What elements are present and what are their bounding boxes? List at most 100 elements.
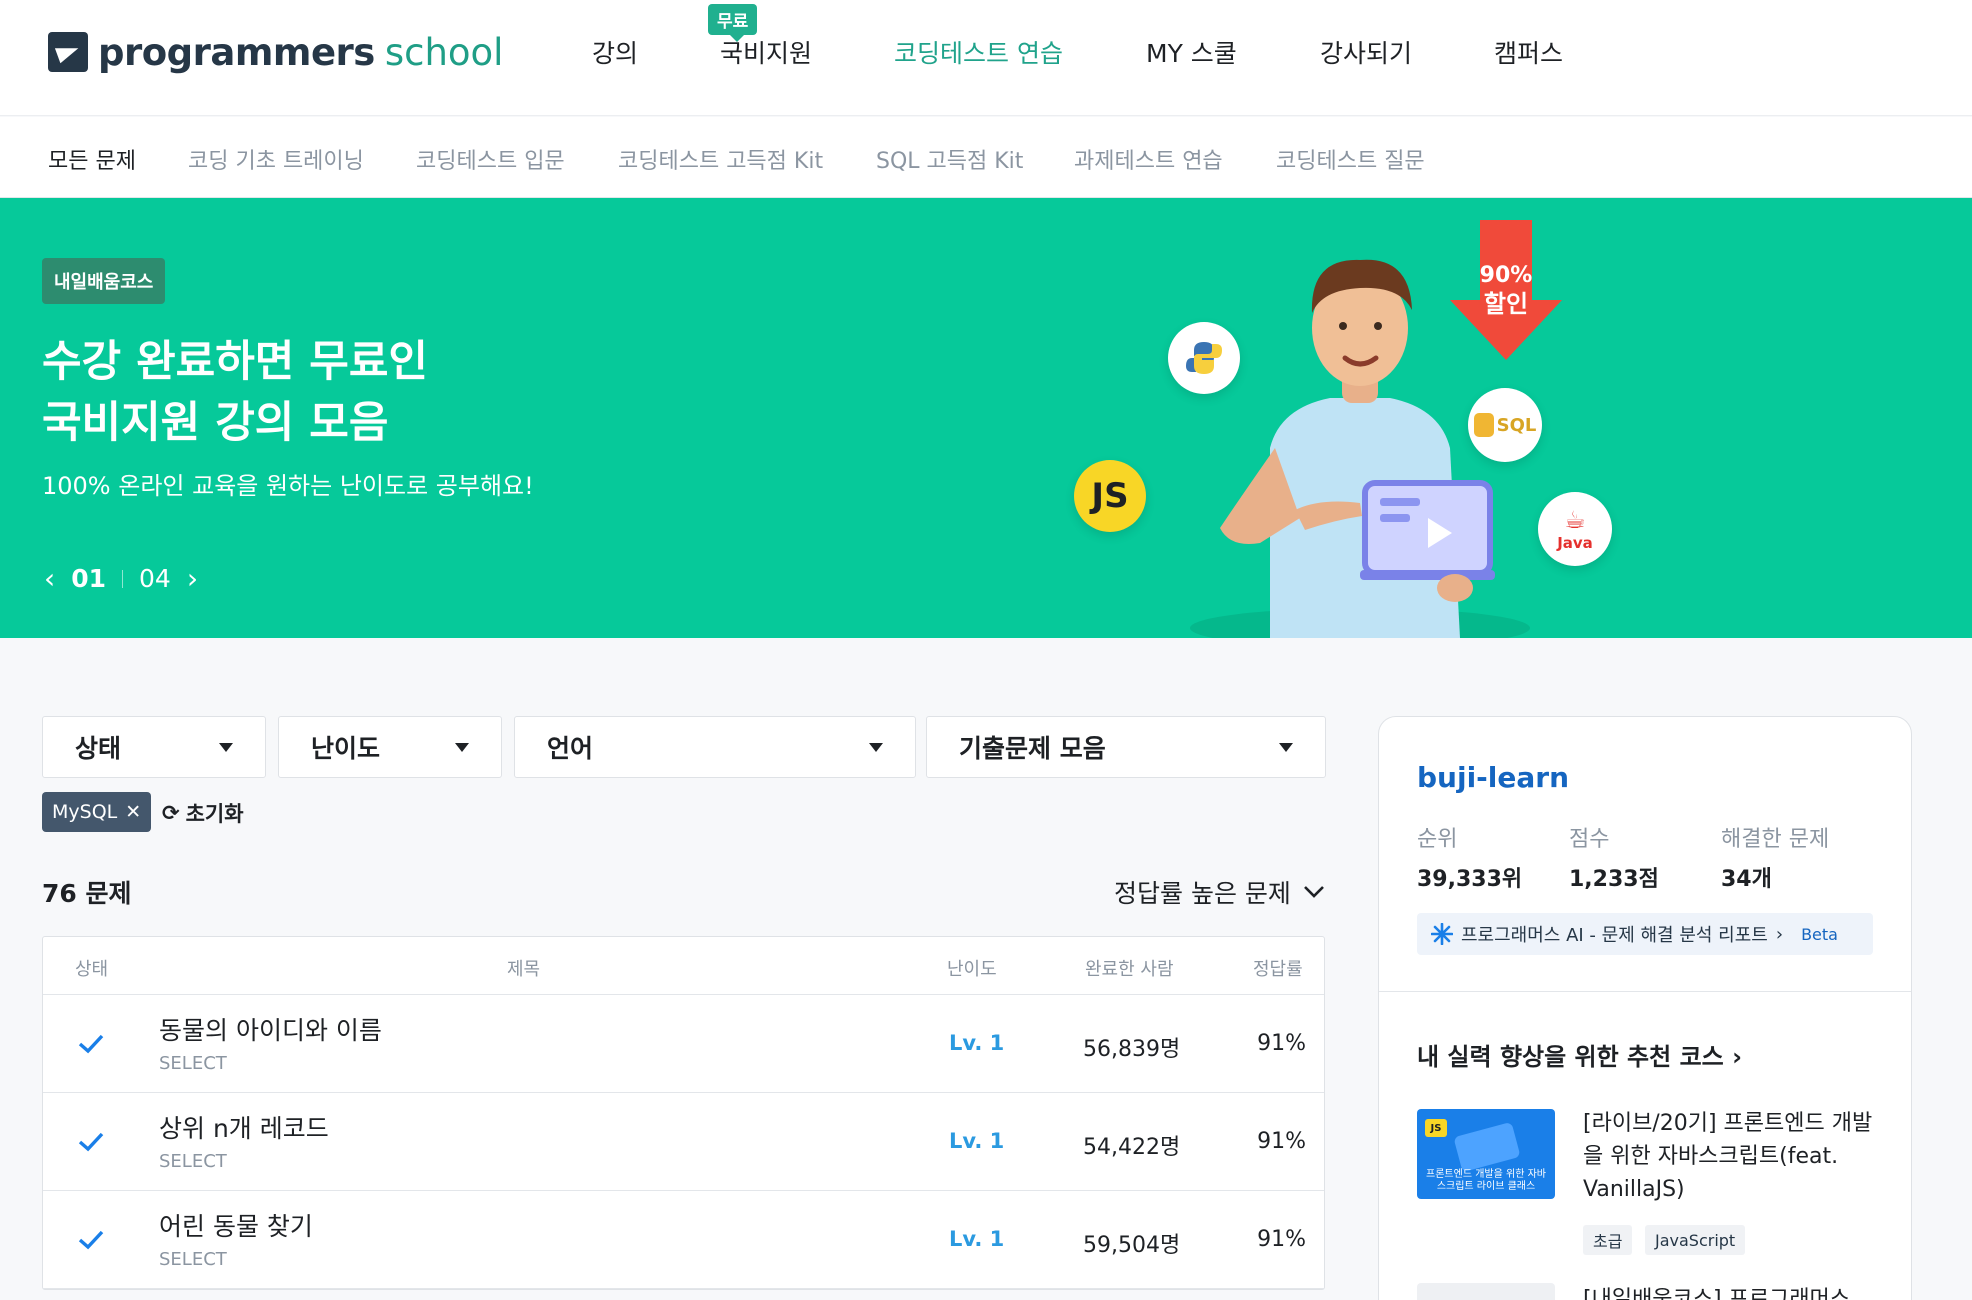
chevron-down-icon [219, 742, 233, 752]
problem-title[interactable]: 동물의 아이디와 이름 [159, 1011, 382, 1047]
course-thumbnail[interactable]: JS 프론트엔드 개발을 위한 자바스크립트 라이브 클래스 [1417, 1109, 1555, 1199]
filter-chip-mysql: MySQL ✕ [42, 792, 152, 832]
recommended-courses-title[interactable]: 내 실력 향상을 위한 추천 코스 › [1417, 1037, 1742, 1072]
header-status: 상태 [75, 959, 109, 980]
problem-table: 상태 제목 난이도 완료한 사람 정답률 동물의 아이디와 이름 SELECT … [42, 936, 1325, 1290]
banner-subtitle: 100% 온라인 교육을 원하는 난이도로 공부해요! [42, 472, 534, 500]
problem-rate: 91% [1257, 1227, 1306, 1252]
python-icon [1168, 322, 1240, 394]
rank-value: 39,333위 [1417, 867, 1523, 892]
status-filter[interactable]: 상태 [42, 716, 266, 778]
header-completed[interactable]: 완료한 사람 [1085, 955, 1174, 981]
logo-icon [48, 32, 88, 72]
score-label: 점수 [1569, 827, 1610, 852]
banner-tag: 내일배움코스 [42, 258, 166, 304]
solved-value: 34개 [1721, 867, 1772, 892]
js-badge-icon: JS [1425, 1119, 1447, 1137]
nav-campus[interactable]: 캠퍼스 [1494, 34, 1563, 70]
tab-coding-test-questions[interactable]: 코딩테스트 질문 [1276, 143, 1425, 175]
collection-filter[interactable]: 기출문제 모음 [926, 716, 1326, 778]
prev-slide-icon[interactable]: ‹ [44, 564, 55, 593]
tab-assignment-test[interactable]: 과제테스트 연습 [1074, 143, 1223, 175]
nav-government-support[interactable]: 국비지원 [720, 34, 812, 70]
problem-rate: 91% [1257, 1129, 1306, 1154]
discount-arrow-icon: 90% 할인 [1450, 220, 1562, 360]
table-row[interactable]: 동물의 아이디와 이름 SELECT Lv. 1 56,839명 91% [43, 995, 1324, 1093]
check-icon [78, 1230, 104, 1250]
problem-category: SELECT [159, 1053, 227, 1074]
rank-label: 순위 [1417, 827, 1458, 852]
course-tag-level: 초급 [1583, 1225, 1633, 1255]
banner-title-line2: 국비지원 강의 모음 [42, 398, 389, 448]
course-thumb-text: 프론트엔드 개발을 위한 자바스크립트 라이브 클래스 [1426, 1169, 1546, 1192]
course-title[interactable]: [내일배움코스] 프로그래머스 [1583, 1283, 1883, 1300]
programmers-logo[interactable]: programmers school [48, 30, 503, 74]
problem-count: 76 문제 [42, 879, 132, 908]
check-icon [78, 1132, 104, 1152]
logo-sub-text: school [384, 30, 504, 74]
chevron-right-icon: › [1732, 1043, 1742, 1071]
problem-completed: 54,422명 [1083, 1135, 1181, 1160]
discount-label: 할인 [1484, 290, 1528, 318]
problem-title[interactable]: 상위 n개 레코드 [159, 1109, 329, 1145]
close-icon[interactable]: ✕ [125, 801, 141, 823]
java-icon: ☕ Java [1538, 492, 1612, 566]
difficulty-filter-label: 난이도 [311, 734, 381, 763]
banner-pager: ‹ 01 04 › [44, 564, 198, 593]
course-title[interactable]: [라이브/20기] 프론트엔드 개발을 위한 자바스크립트(feat. Vani… [1583, 1107, 1883, 1206]
reset-filters-button[interactable]: ⟳ 초기화 [162, 798, 244, 828]
problem-completed: 56,839명 [1083, 1037, 1181, 1062]
problem-title[interactable]: 어린 동물 찾기 [159, 1207, 313, 1243]
header-rate[interactable]: 정답률 [1253, 955, 1303, 981]
coffee-cup-icon: ☕ [1564, 506, 1586, 534]
banner-title: 수강 완료하면 무료인 국비지원 강의 모음 [42, 332, 428, 454]
recommended-courses-label: 내 실력 향상을 위한 추천 코스 [1417, 1043, 1724, 1071]
course-tag-language: JavaScript [1645, 1225, 1746, 1255]
table-row[interactable]: 상위 n개 레코드 SELECT Lv. 1 54,422명 91% [43, 1093, 1324, 1191]
collection-filter-label: 기출문제 모음 [959, 734, 1106, 763]
chevron-down-icon [869, 742, 883, 752]
chevron-down-icon [1279, 742, 1293, 752]
chevron-down-icon [1303, 886, 1324, 898]
java-icon-label: Java [1557, 534, 1593, 552]
javascript-icon: JS [1074, 460, 1146, 532]
problem-level: Lv. 1 [949, 1227, 1005, 1251]
ai-report-link[interactable]: 프로그래머스 AI - 문제 해결 분석 리포트 › Beta [1417, 913, 1873, 955]
filter-chip-label: MySQL [52, 801, 118, 823]
promo-banner[interactable]: 내일배움코스 수강 완료하면 무료인 국비지원 강의 모음 100% 온라인 교… [0, 198, 1972, 638]
sort-dropdown[interactable]: 정답률 높은 문제 [1114, 874, 1325, 910]
next-slide-icon[interactable]: › [187, 564, 198, 593]
tab-sql-kit[interactable]: SQL 고득점 Kit [876, 143, 1023, 175]
language-filter-label: 언어 [547, 734, 594, 763]
nav-lectures[interactable]: 강의 [592, 34, 638, 70]
sort-label: 정답률 높은 문제 [1114, 879, 1291, 908]
tab-coding-test-intro[interactable]: 코딩테스트 입문 [416, 143, 565, 175]
header-difficulty[interactable]: 난이도 [947, 955, 997, 981]
refresh-icon: ⟳ [162, 801, 180, 825]
sql-icon: SQL [1468, 388, 1542, 462]
username[interactable]: buji-learn [1417, 761, 1569, 794]
difficulty-filter[interactable]: 난이도 [278, 716, 502, 778]
beta-badge: Beta [1801, 924, 1838, 944]
table-row[interactable]: 어린 동물 찾기 SELECT Lv. 1 59,504명 91% [43, 1191, 1324, 1289]
free-badge: 무료 [708, 4, 758, 42]
nav-become-instructor[interactable]: 강사되기 [1320, 34, 1412, 70]
course-thumbnail[interactable] [1417, 1283, 1555, 1300]
discount-percent: 90% [1480, 263, 1533, 288]
reset-label: 초기화 [185, 802, 244, 826]
tab-all-problems[interactable]: 모든 문제 [48, 143, 136, 175]
problem-completed: 59,504명 [1083, 1233, 1181, 1258]
sub-navigation: 모든 문제 코딩 기초 트레이닝 코딩테스트 입문 코딩테스트 고득점 Kit … [0, 117, 1972, 198]
tab-high-score-kit[interactable]: 코딩테스트 고득점 Kit [618, 143, 823, 175]
check-icon [78, 1034, 104, 1054]
language-filter[interactable]: 언어 [514, 716, 916, 778]
chevron-down-icon [455, 742, 469, 752]
nav-my-school[interactable]: MY 스쿨 [1146, 34, 1237, 70]
banner-illustration [1190, 259, 1530, 638]
nav-coding-test-practice[interactable]: 코딩테스트 연습 [894, 34, 1063, 70]
current-slide: 01 [71, 564, 106, 593]
blocks-icon [1453, 1121, 1521, 1173]
tab-coding-basics[interactable]: 코딩 기초 트레이닝 [188, 143, 364, 175]
profile-card: buji-learn 순위 점수 해결한 문제 39,333위 1,233점 3… [1378, 716, 1912, 1300]
problem-level: Lv. 1 [949, 1129, 1005, 1153]
